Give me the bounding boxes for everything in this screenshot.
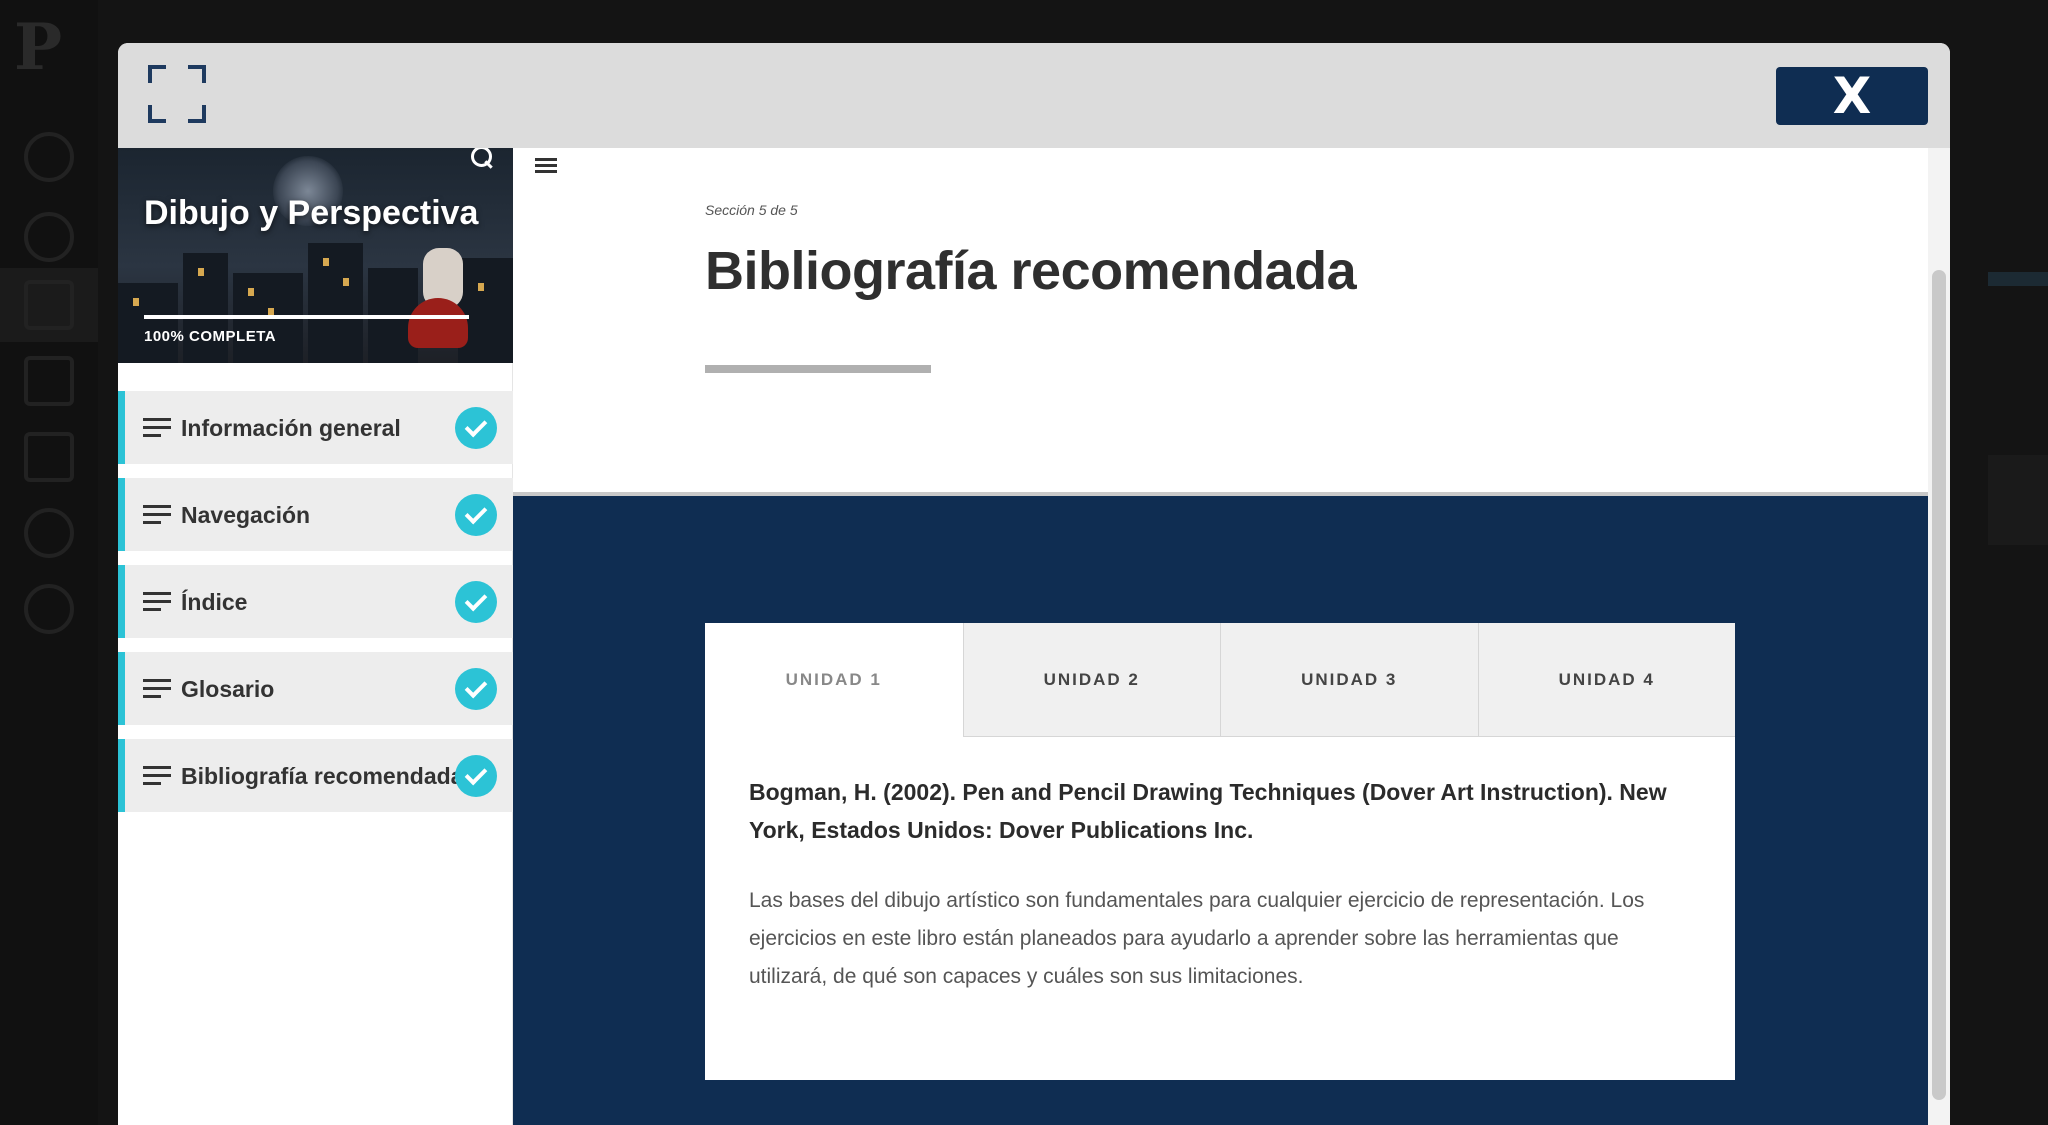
sidebar-item-bibliografia[interactable]: Bibliografía recomendada: [118, 739, 513, 812]
printer-icon[interactable]: [24, 432, 74, 482]
tab-unidad-3[interactable]: UNIDAD 3: [1220, 623, 1478, 737]
fullscreen-icon[interactable]: [148, 65, 206, 123]
course-hero: Dibujo y Perspectiva 100% COMPLETA: [118, 148, 513, 363]
tab-unidad-1[interactable]: UNIDAD 1: [705, 623, 963, 737]
app-logo: P: [14, 10, 63, 85]
tab-bar: UNIDAD 1 UNIDAD 2 UNIDAD 3 UNIDAD 4: [705, 623, 1735, 737]
completed-check-icon: [455, 755, 497, 797]
course-progress-fill: [144, 315, 469, 319]
reference-citation: Bogman, H. (2002). Pen and Pencil Drawin…: [749, 779, 1667, 843]
completed-check-icon: [455, 407, 497, 449]
tabs-card: UNIDAD 1 UNIDAD 2 UNIDAD 3 UNIDAD 4 Bogm…: [705, 623, 1735, 1080]
modal-header: X: [118, 43, 1950, 148]
search-icon[interactable]: [467, 148, 497, 172]
tab-panel-unidad-1: Bogman, H. (2002). Pen and Pencil Drawin…: [749, 773, 1689, 996]
info-icon[interactable]: [24, 584, 74, 634]
reference-description: Las bases del dibujo artístico son funda…: [749, 889, 1645, 988]
sidebar-item-indice[interactable]: Índice: [118, 565, 513, 638]
title-divider: [705, 365, 931, 373]
section-lines-icon: [143, 766, 171, 786]
sidebar-item-navegacion[interactable]: Navegación: [118, 478, 513, 551]
section-lines-icon: [143, 679, 171, 699]
logout-icon[interactable]: [24, 508, 74, 558]
completed-check-icon: [455, 494, 497, 536]
section-lines-icon: [143, 505, 171, 525]
scroll-thumb[interactable]: [1932, 270, 1946, 1100]
sidebar-item-label: Índice: [181, 589, 248, 615]
section-lines-icon: [143, 418, 171, 438]
courses-icon[interactable]: [24, 280, 74, 330]
completed-check-icon: [455, 581, 497, 623]
section-lines-icon: [143, 592, 171, 612]
page-title: Bibliografía recomendada: [705, 241, 1357, 301]
background-panel: [1988, 455, 2048, 545]
sidebar-item-label: Información general: [181, 415, 401, 441]
dashboard-icon[interactable]: [24, 212, 74, 262]
sidebar-item-label: Glosario: [181, 676, 275, 702]
section-counter: Sección 5 de 5: [705, 202, 798, 218]
course-title: Dibujo y Perspectiva: [144, 194, 479, 232]
course-modal: X Dibujo y Perspectiva 100% COMPLETA Inf…: [118, 43, 1950, 1125]
app-sidebar: P: [0, 0, 98, 1125]
course-sidebar: Dibujo y Perspectiva 100% COMPLETA Infor…: [118, 148, 513, 1125]
profile-icon[interactable]: [24, 132, 74, 182]
sidebar-item-informacion-general[interactable]: Información general: [118, 391, 513, 464]
section-nav-list: Información general Navegación Índice Gl…: [118, 391, 513, 826]
content-scrollbar[interactable]: [1928, 148, 1950, 1125]
background-strip: [1988, 272, 2048, 286]
lesson-content: Sección 5 de 5 Bibliografía recomendada …: [513, 148, 1928, 1125]
tab-unidad-2[interactable]: UNIDAD 2: [962, 623, 1220, 737]
sidebar-item-label: Navegación: [181, 502, 311, 528]
course-progress-bar: [144, 315, 469, 319]
menu-icon[interactable]: [535, 154, 559, 174]
sidebar-item-glosario[interactable]: Glosario: [118, 652, 513, 725]
tab-unidad-4[interactable]: UNIDAD 4: [1477, 623, 1735, 737]
sidebar-item-label: Bibliografía recomendada: [181, 763, 464, 789]
completed-check-icon: [455, 668, 497, 710]
course-progress-label: 100% COMPLETA: [144, 328, 277, 345]
calendar-icon[interactable]: [24, 356, 74, 406]
close-button[interactable]: X: [1776, 67, 1928, 125]
